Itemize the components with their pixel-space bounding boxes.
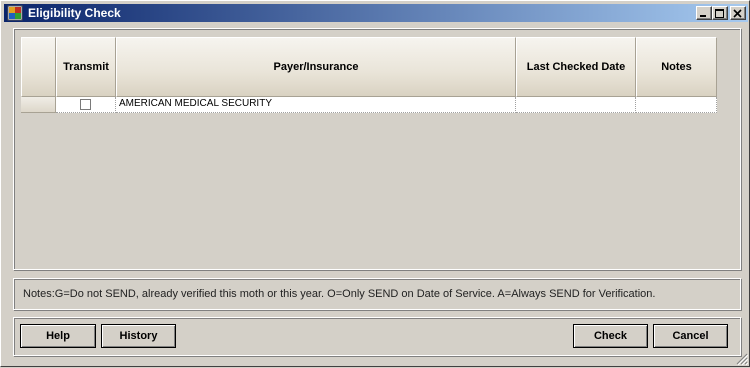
close-button[interactable]	[730, 6, 746, 20]
column-header-transmit[interactable]: Transmit	[56, 37, 116, 97]
transmit-cell[interactable]	[56, 97, 116, 113]
help-button[interactable]: Help	[20, 324, 96, 348]
window-title: Eligibility Check	[28, 6, 121, 20]
transmit-checkbox[interactable]	[80, 99, 91, 110]
history-button[interactable]: History	[101, 324, 176, 348]
minimize-button[interactable]	[696, 6, 712, 20]
title-bar[interactable]: Eligibility Check	[4, 4, 748, 22]
column-header-notes[interactable]: Notes	[636, 37, 717, 97]
eligibility-check-window: Eligibility Check Transmit Payer/Insuran…	[0, 0, 750, 367]
maximize-icon	[715, 9, 724, 18]
notes-cell[interactable]	[636, 97, 717, 113]
app-icon	[7, 5, 23, 21]
close-icon	[733, 9, 742, 18]
last-checked-cell[interactable]	[516, 97, 636, 113]
resize-grip-icon[interactable]	[734, 351, 749, 366]
column-header-payer[interactable]: Payer/Insurance	[116, 37, 516, 97]
table-row[interactable]: AMERICAN MEDICAL SECURITY	[21, 97, 717, 113]
maximize-button[interactable]	[712, 6, 728, 20]
row-selector[interactable]	[21, 97, 56, 113]
grid-header-row: Transmit Payer/Insurance Last Checked Da…	[21, 37, 717, 97]
notes-legend-text: Notes:G=Do not SEND, already verified th…	[23, 288, 656, 300]
check-button[interactable]: Check	[573, 324, 648, 348]
notes-panel: Notes:G=Do not SEND, already verified th…	[13, 278, 741, 310]
payer-cell[interactable]: AMERICAN MEDICAL SECURITY	[116, 97, 516, 113]
cancel-button[interactable]: Cancel	[653, 324, 728, 348]
row-header-corner[interactable]	[21, 37, 56, 97]
minimize-icon	[700, 15, 706, 17]
column-header-last-checked[interactable]: Last Checked Date	[516, 37, 636, 97]
